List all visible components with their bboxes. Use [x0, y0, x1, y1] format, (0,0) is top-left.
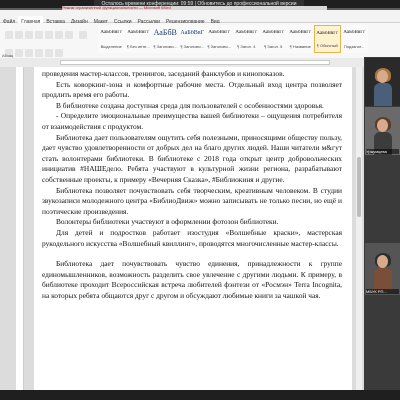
shading-icon[interactable]	[55, 31, 63, 39]
document-workspace: проведения мастер-классов, тренингов, за…	[0, 67, 400, 390]
align-left-icon[interactable]	[5, 31, 13, 39]
scrollbar-thumb[interactable]	[357, 157, 361, 217]
style-tile[interactable]: АаБбВвГг Подзагол...	[341, 25, 368, 53]
show-marks-icon[interactable]	[55, 49, 63, 57]
style-name: ¶ Название	[289, 44, 311, 49]
style-tile[interactable]: АаБбВ ¶ Заголово...	[152, 25, 179, 53]
style-name: ¶ Без инте...	[126, 44, 150, 49]
paragraph[interactable]: проведения мастер-классов, тренингов, за…	[42, 69, 342, 80]
style-tile[interactable]: АаБбВвГг ¶ Заголово...	[206, 25, 233, 53]
line-spacing-icon[interactable]	[45, 31, 53, 39]
paragraph[interactable]: В библиотеке создана доступная среда для…	[42, 101, 342, 112]
paragraph[interactable]: Библиотека дает почувствовать чувство ед…	[42, 259, 342, 301]
style-sample: АаБбВвГг	[100, 30, 123, 35]
status-bar	[0, 390, 400, 400]
align-right-icon[interactable]	[25, 31, 33, 39]
participant-video-tile[interactable]: Уржумцева	[365, 107, 400, 155]
style-sample: АаБбВвГг	[343, 30, 366, 35]
justify-icon[interactable]	[35, 31, 43, 39]
participant-video-tile[interactable]	[365, 58, 400, 106]
document-body[interactable]: проведения мастер-классов, тренингов, за…	[42, 69, 342, 301]
participant-name: МБУК РП...	[366, 289, 399, 294]
style-tile[interactable]: АаБбВвГ ¶ Заголово...	[179, 25, 206, 53]
style-tile[interactable]: АаБбВвГг ¶ Загол. 5	[260, 25, 287, 53]
ribbon-home: Абзац АаБбВвГг Выделение АаБбВвГг ¶ Без инт…	[0, 23, 400, 59]
style-sample: АаБбВвГг	[316, 31, 339, 36]
style-sample: АаБбВвГг	[127, 30, 150, 35]
decrease-indent-icon[interactable]	[25, 49, 33, 57]
style-tile[interactable]: АаБбВвГг ¶ Без инте...	[125, 25, 152, 53]
document-page[interactable]: проведения мастер-классов, тренингов, за…	[34, 67, 352, 390]
paragraph[interactable]: Библиотека позволяет почувствовать себя …	[42, 186, 342, 218]
paragraph[interactable]: Для детей и подростков работает изостуди…	[42, 228, 342, 249]
align-center-icon[interactable]	[15, 31, 23, 39]
ribbon-tabs: Файл Главная Вставка Дизайн Макет Ссылки Рассы…	[0, 10, 400, 28]
style-name: ¶ Обычный	[316, 43, 338, 48]
style-tile[interactable]: АаБбВвГг ¶ Загол. 4	[233, 25, 260, 53]
styles-gallery: АаБбВвГг Выделение АаБбВвГг ¶ Без инте... Аа…	[98, 25, 368, 55]
paragraph[interactable]: Волонтеры библиотеки участвуют в оформле…	[42, 217, 342, 228]
style-sample: АаБбВвГг	[262, 30, 285, 35]
style-name: ¶ Загол. 5	[264, 44, 283, 49]
style-sample: АаБбВвГ	[180, 30, 205, 36]
style-tile[interactable]: АаБбВвГг Выделение	[98, 25, 125, 53]
sort-icon[interactable]	[45, 49, 53, 57]
style-sample: АаБбВвГг	[208, 30, 231, 35]
vertical-ruler[interactable]	[16, 67, 24, 390]
increase-indent-icon[interactable]	[35, 49, 43, 57]
style-name: Подзагол...	[343, 44, 365, 49]
video-participants-panel: Уржумцева МБУК РП...	[364, 57, 400, 390]
style-tile[interactable]: АаБбВвГг ¶ Название	[287, 25, 314, 53]
participant-avatar	[374, 253, 392, 291]
style-sample: АаБбВ	[153, 28, 177, 37]
style-sample: АаБбВвГг	[289, 30, 312, 35]
paragraph-group	[4, 27, 94, 57]
borders-icon[interactable]	[65, 31, 73, 39]
style-name: ¶ Заголово...	[153, 44, 178, 49]
paragraph[interactable]: - Определите эмоциональные преимущества …	[42, 111, 342, 132]
participant-name: Уржумцева	[366, 149, 399, 154]
style-name: ¶ Загол. 4	[237, 44, 256, 49]
vertical-scrollbar[interactable]	[356, 67, 362, 390]
style-tile[interactable]: АаБбВвГг ¶ Обычный	[314, 25, 341, 53]
ruler-track	[60, 60, 330, 65]
style-name: ¶ Заголово...	[207, 44, 232, 49]
paragraph[interactable]: Библиотека дает пользователям ощутить се…	[42, 133, 342, 186]
multilevel-list-icon[interactable]	[15, 49, 23, 57]
style-name: Выделение	[100, 44, 122, 49]
paragraph[interactable]: Есть коворкинг-зона и комфортные рабочие…	[42, 80, 342, 101]
style-sample: АаБбВвГг	[235, 30, 258, 35]
participant-avatar	[374, 68, 392, 106]
bullets-icon[interactable]	[79, 31, 88, 39]
participant-video-tile[interactable]: МБУК РП...	[365, 243, 400, 295]
style-name: ¶ Заголово...	[180, 44, 205, 49]
